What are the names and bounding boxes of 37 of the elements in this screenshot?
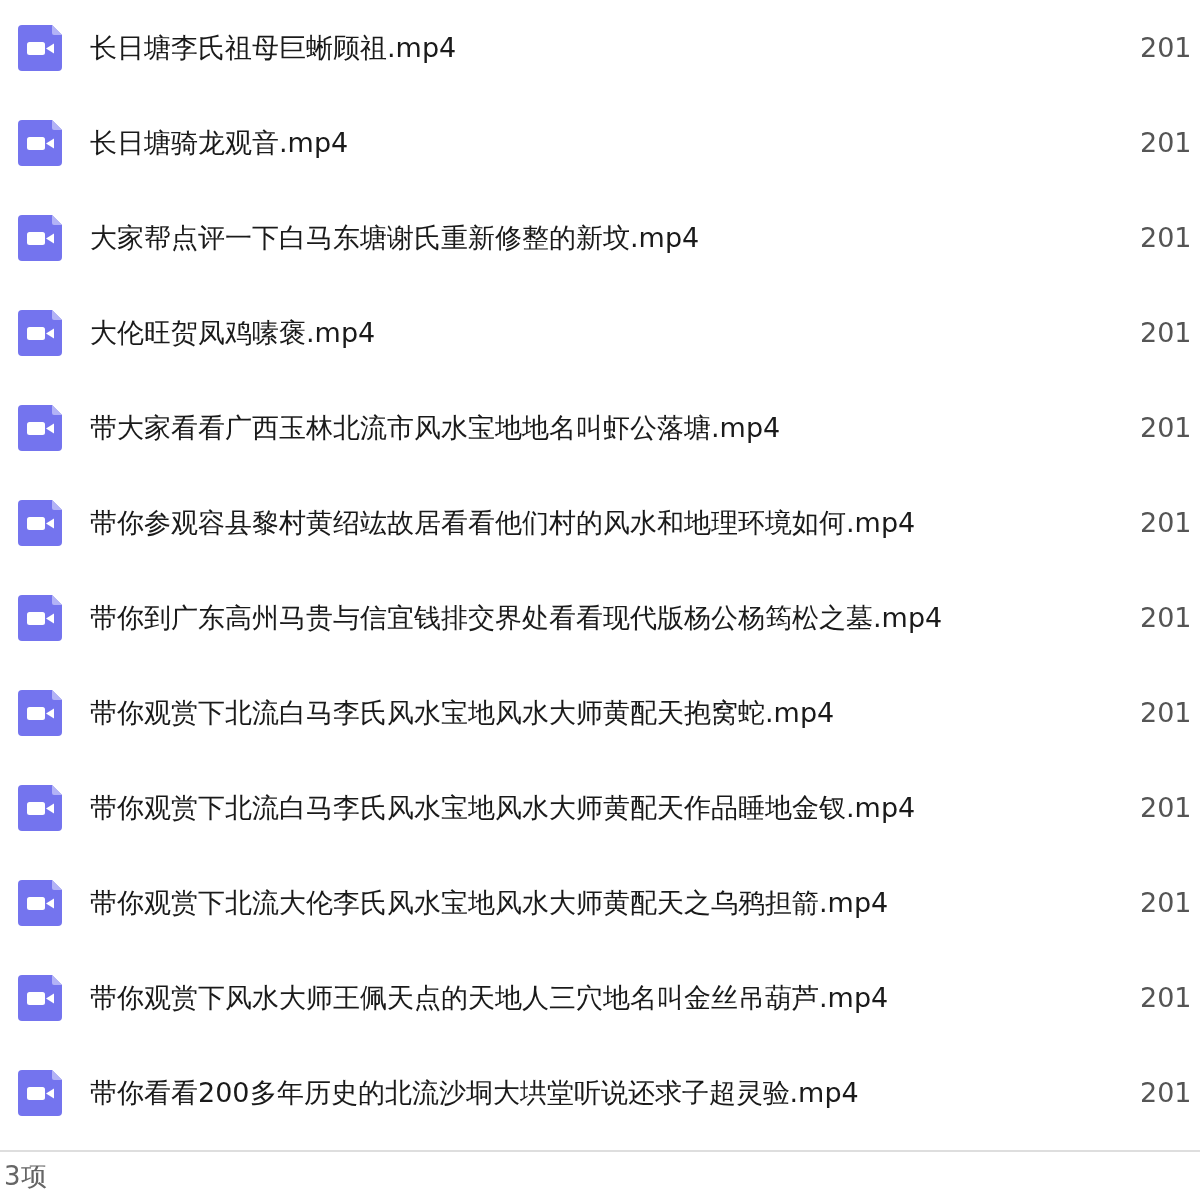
- file-name[interactable]: 带你观赏下北流白马李氏风水宝地风水大师黄配天抱窝蛇.mp4: [90, 694, 1140, 731]
- file-name[interactable]: 带你看看200多年历史的北流沙垌大垬堂听说还求子超灵验.mp4: [90, 1074, 1140, 1111]
- file-name[interactable]: 带你到广东高州马贵与信宜钱排交界处看看现代版杨公杨筠松之墓.mp4: [90, 599, 1140, 636]
- modified-date: 201: [1140, 127, 1193, 158]
- file-name[interactable]: 带你参观容县黎村黄绍竑故居看看他们村的风水和地理环境如何.mp4: [90, 504, 1140, 541]
- file-name[interactable]: 带你观赏下北流大伦李氏风水宝地风水大师黄配天之乌鸦担箭.mp4: [90, 884, 1140, 921]
- modified-date: 201: [1140, 697, 1193, 728]
- file-name[interactable]: 带你观赏下风水大师王佩天点的天地人三穴地名叫金丝吊葫芦.mp4: [90, 979, 1140, 1016]
- video-file-icon: [18, 594, 62, 641]
- video-file-icon: [18, 689, 62, 736]
- modified-date: 201: [1140, 32, 1193, 63]
- modified-date: 201: [1140, 412, 1193, 443]
- file-name[interactable]: 长日塘骑龙观音.mp4: [90, 124, 1140, 161]
- modified-date: 201: [1140, 507, 1193, 538]
- file-name[interactable]: 带你观赏下北流白马李氏风水宝地风水大师黄配天作品睡地金钗.mp4: [90, 789, 1140, 826]
- video-file-icon: [18, 24, 62, 71]
- modified-date: 201: [1140, 317, 1193, 348]
- file-name[interactable]: 大伦旺贺凤鸡嗉褒.mp4: [90, 314, 1140, 351]
- video-file-icon: [18, 499, 62, 546]
- video-file-icon: [18, 879, 62, 926]
- modified-date: 201: [1140, 1077, 1193, 1108]
- video-file-icon: [18, 784, 62, 831]
- item-count: 3项: [4, 1159, 47, 1193]
- file-name[interactable]: 大家帮点评一下白马东塘谢氏重新修整的新坟.mp4: [90, 219, 1140, 256]
- modified-date: 201: [1140, 982, 1193, 1013]
- video-file-icon: [18, 1069, 62, 1116]
- modified-date: 201: [1140, 222, 1193, 253]
- video-file-icon: [18, 309, 62, 356]
- modified-date: 201: [1140, 602, 1193, 633]
- file-name[interactable]: 带大家看看广西玉林北流市风水宝地地名叫虾公落塘.mp4: [90, 409, 1140, 446]
- modified-date: 201: [1140, 792, 1193, 823]
- video-file-icon: [18, 214, 62, 261]
- file-name[interactable]: 长日塘李氏祖母巨蜥顾祖.mp4: [90, 29, 1140, 66]
- modified-date: 201: [1140, 887, 1193, 918]
- video-file-icon: [18, 974, 62, 1021]
- video-file-icon: [18, 119, 62, 166]
- video-file-icon: [18, 404, 62, 451]
